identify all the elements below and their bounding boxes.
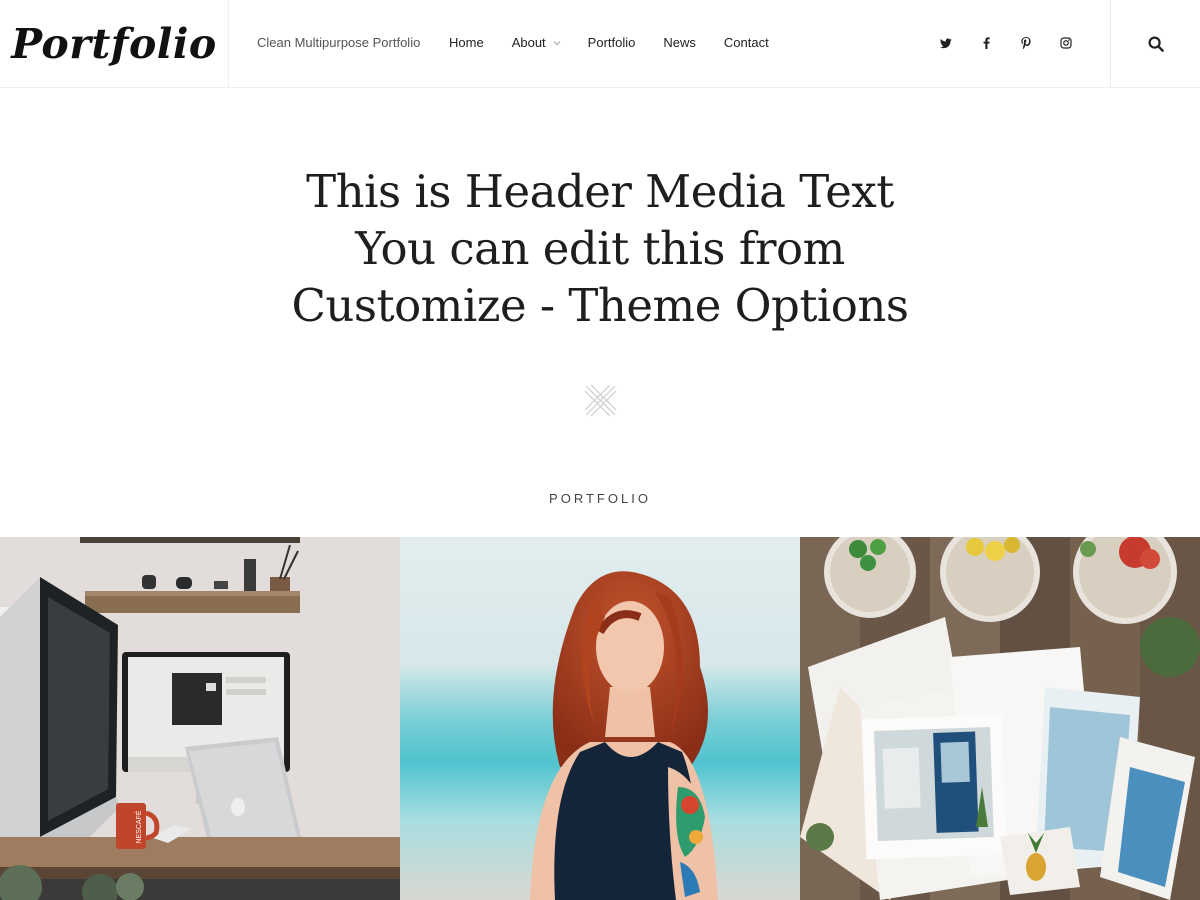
- nav-contact[interactable]: Contact: [724, 35, 769, 50]
- portfolio-item-portrait[interactable]: [400, 537, 800, 900]
- search-button[interactable]: [1110, 0, 1200, 88]
- portrait-photo: [400, 537, 800, 900]
- hero-line-2: You can edit this from: [355, 222, 845, 275]
- nav-news[interactable]: News: [663, 35, 696, 50]
- nav-about[interactable]: About: [512, 35, 561, 50]
- twitter-icon[interactable]: [936, 33, 956, 53]
- photos-flatlay: [800, 537, 1200, 900]
- section-title-portfolio: PORTFOLIO: [549, 491, 651, 506]
- nav-about-label: About: [511, 35, 546, 50]
- workspace-photo: NESCAFÉ: [0, 537, 400, 900]
- social-links: [936, 33, 1076, 53]
- facebook-icon[interactable]: [976, 33, 996, 53]
- hero-line-1: This is Header Media Text: [306, 165, 894, 218]
- search-icon: [1147, 36, 1164, 52]
- hero-line-3: Customize - Theme Options: [291, 279, 909, 332]
- decorative-cross-icon: [584, 384, 617, 417]
- chevron-down-icon: [553, 40, 561, 45]
- site-tagline: Clean Multipurpose Portfolio: [257, 35, 421, 50]
- instagram-icon[interactable]: [1056, 33, 1076, 53]
- mug-brand-text: NESCAFÉ: [134, 810, 143, 843]
- pinterest-icon[interactable]: [1016, 33, 1036, 53]
- main-navigation: Home About Portfolio News Contact: [449, 35, 769, 50]
- nav-home[interactable]: Home: [449, 35, 484, 50]
- header-media-text: This is Header Media Text You can edit t…: [0, 163, 1200, 334]
- brand: Portfolio: [0, 0, 229, 88]
- portfolio-gallery: NESCAFÉ: [0, 537, 1200, 900]
- portfolio-item-photos[interactable]: [800, 537, 1200, 900]
- nav-portfolio[interactable]: Portfolio: [588, 35, 636, 50]
- site-title-link[interactable]: Portfolio: [11, 20, 217, 68]
- portfolio-item-workspace[interactable]: NESCAFÉ: [0, 537, 400, 900]
- site-header: Portfolio Clean Multipurpose Portfolio H…: [0, 0, 1200, 88]
